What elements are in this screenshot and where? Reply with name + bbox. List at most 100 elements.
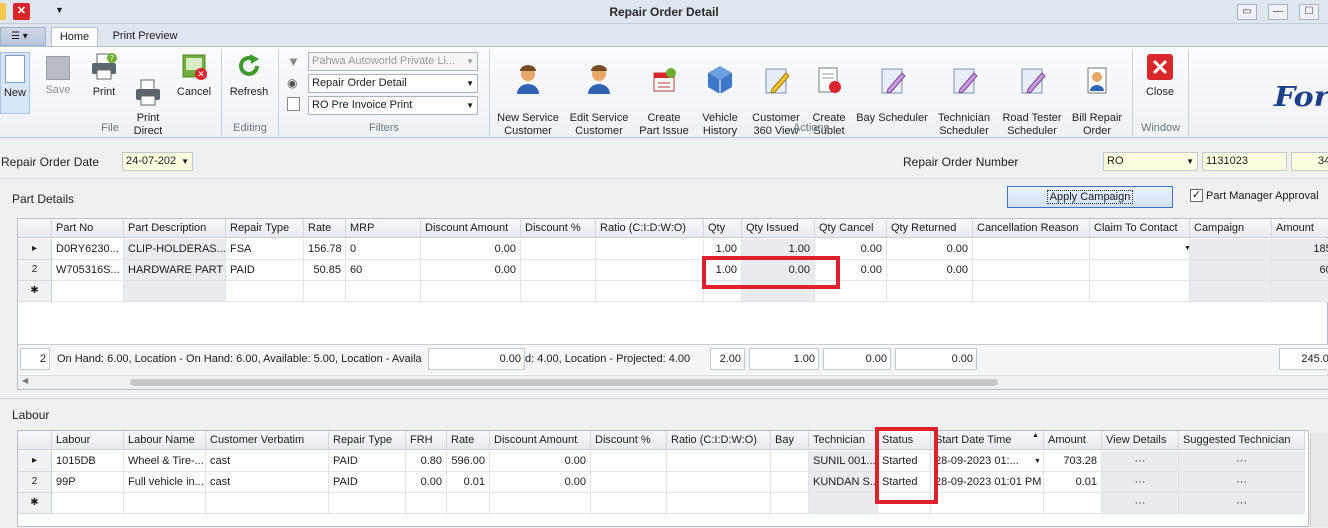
table-cell[interactable]: 0.00 <box>406 472 447 493</box>
table-cell[interactable]: 0.00 <box>490 472 591 493</box>
table-cell[interactable]: D0RY6230... <box>52 239 124 260</box>
table-cell[interactable] <box>52 493 124 514</box>
table-cell[interactable]: 60.01 <box>1272 260 1328 281</box>
column-header[interactable]: Qty <box>704 219 742 238</box>
table-cell[interactable] <box>973 281 1090 302</box>
table-cell[interactable]: 0.01 <box>447 472 490 493</box>
table-cell[interactable]: 1015DB <box>52 451 124 472</box>
column-header[interactable]: Technician <box>809 431 878 450</box>
report-combo[interactable]: Repair Order Detail ▼ <box>308 74 478 93</box>
table-cell[interactable] <box>1090 239 1190 260</box>
table-cell[interactable]: PAID <box>226 260 304 281</box>
table-cell[interactable] <box>1190 281 1272 302</box>
table-cell[interactable] <box>521 281 596 302</box>
scrollbar-thumb[interactable] <box>130 379 998 386</box>
table-cell[interactable] <box>596 260 704 281</box>
column-header[interactable]: Rate <box>304 219 346 238</box>
column-header[interactable]: Rate <box>447 431 490 450</box>
table-cell[interactable] <box>1190 260 1272 281</box>
table-cell[interactable] <box>973 260 1090 281</box>
table-cell[interactable]: 596.00 <box>447 451 490 472</box>
parts-horizontal-scrollbar[interactable]: ◀ <box>18 375 1328 389</box>
ro-prefix-combo[interactable]: RO ▼ <box>1103 152 1198 171</box>
table-cell[interactable]: 0.00 <box>421 239 521 260</box>
table-cell[interactable] <box>406 493 447 514</box>
column-header[interactable]: Amount <box>1272 219 1328 238</box>
print-format-combo[interactable]: RO Pre Invoice Print ▼ <box>308 96 478 115</box>
table-cell[interactable]: 703.28 <box>1044 451 1102 472</box>
table-cell[interactable] <box>887 281 973 302</box>
scroll-left-icon[interactable]: ◀ <box>22 376 28 385</box>
column-header[interactable]: Discount % <box>591 431 667 450</box>
part-manager-approval-checkbox[interactable]: ✓ <box>1190 189 1203 202</box>
table-cell[interactable] <box>771 472 809 493</box>
table-cell[interactable] <box>1090 260 1190 281</box>
tab-home[interactable]: Home <box>51 27 98 47</box>
apply-campaign-button[interactable]: Apply Campaign <box>1007 186 1173 208</box>
table-cell[interactable]: 0.00 <box>490 451 591 472</box>
table-cell[interactable]: 0.00 <box>887 260 973 281</box>
table-cell[interactable]: ··· <box>1102 493 1179 514</box>
table-cell[interactable] <box>124 493 206 514</box>
table-cell[interactable]: 0.00 <box>887 239 973 260</box>
cancel-button[interactable]: ✕ Cancel <box>174 52 214 99</box>
column-header[interactable]: Bay <box>771 431 809 450</box>
row-selector[interactable]: ▸ <box>18 239 52 260</box>
table-cell[interactable]: Full vehicle in... <box>124 472 206 493</box>
table-cell[interactable]: cast <box>206 472 329 493</box>
table-cell[interactable]: 28-09-2023 01:01 PM <box>931 472 1044 493</box>
table-cell[interactable]: PAID <box>329 451 406 472</box>
refresh-button[interactable]: Refresh <box>226 52 272 99</box>
ro-number-field[interactable]: 1131023 <box>1202 152 1287 171</box>
chevron-down-icon[interactable]: ▼ <box>1034 458 1041 465</box>
column-header[interactable]: Repair Type <box>329 431 406 450</box>
table-cell[interactable] <box>667 493 771 514</box>
column-header[interactable]: Ratio (C:I:D:W:O) <box>667 431 771 450</box>
row-selector[interactable]: 2 <box>18 472 52 493</box>
bay-scheduler-button[interactable]: Bay Scheduler <box>856 52 928 125</box>
column-header[interactable]: Discount % <box>521 219 596 238</box>
dealer-combo[interactable]: Pahwa Autoworld Private Li... ▼ <box>308 52 478 71</box>
ro-date-field[interactable]: 24-07-202 ▼ <box>122 152 193 171</box>
table-cell[interactable] <box>771 493 809 514</box>
table-cell[interactable] <box>329 493 406 514</box>
column-header[interactable]: Amount <box>1044 431 1102 450</box>
table-cell[interactable]: 99P <box>52 472 124 493</box>
table-cell[interactable]: 0 <box>346 239 421 260</box>
application-menu-button[interactable]: ☰ ▾ <box>0 27 46 46</box>
column-header[interactable]: Discount Amount <box>421 219 521 238</box>
table-cell[interactable] <box>206 493 329 514</box>
column-header[interactable]: Claim To Contact <box>1090 219 1190 238</box>
table-cell[interactable]: 156.78 <box>304 239 346 260</box>
labour-vertical-scrollbar[interactable] <box>1310 433 1328 527</box>
table-cell[interactable] <box>521 260 596 281</box>
tab-print-preview[interactable]: Print Preview <box>104 27 186 47</box>
table-cell[interactable] <box>771 451 809 472</box>
row-selector[interactable]: ✱ <box>18 281 52 302</box>
close-button[interactable]: Close <box>1138 52 1182 99</box>
column-header[interactable]: Suggested Technician <box>1179 431 1305 450</box>
table-cell[interactable] <box>596 281 704 302</box>
table-cell[interactable]: FSA <box>226 239 304 260</box>
column-header[interactable]: FRH <box>406 431 447 450</box>
table-cell[interactable] <box>447 493 490 514</box>
table-cell[interactable]: 0.80 <box>406 451 447 472</box>
row-selector[interactable]: ✱ <box>18 493 52 514</box>
table-cell[interactable]: 28-09-2023 01:... <box>931 451 1044 472</box>
table-cell[interactable]: PAID <box>329 472 406 493</box>
table-cell[interactable]: 185.00 <box>1272 239 1328 260</box>
table-cell[interactable]: HARDWARE PART <box>124 260 226 281</box>
table-cell[interactable] <box>521 239 596 260</box>
table-cell[interactable] <box>1190 239 1272 260</box>
table-cell[interactable] <box>421 281 521 302</box>
table-cell[interactable] <box>596 239 704 260</box>
column-header[interactable]: Labour Name <box>124 431 206 450</box>
table-cell[interactable]: CLIP-HOLDERAS... <box>124 239 226 260</box>
column-header[interactable]: Campaign <box>1190 219 1272 238</box>
column-header[interactable]: View Details <box>1102 431 1179 450</box>
table-cell[interactable]: ··· <box>1179 451 1305 472</box>
column-header[interactable]: MRP <box>346 219 421 238</box>
new-button[interactable]: New <box>0 52 30 114</box>
table-cell[interactable]: 50.85 <box>304 260 346 281</box>
table-cell[interactable]: ··· <box>1102 472 1179 493</box>
